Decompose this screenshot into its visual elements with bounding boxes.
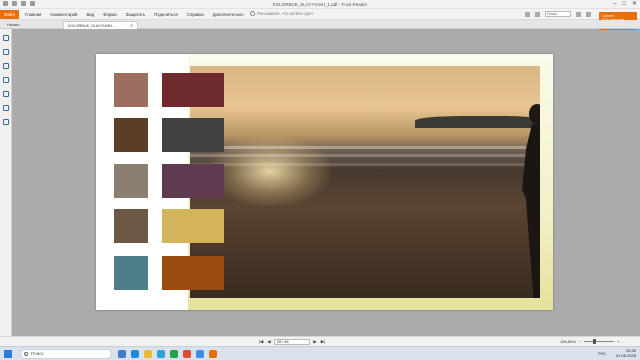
windows-start-icon[interactable] (4, 350, 12, 358)
bookmarks-icon[interactable] (3, 63, 9, 69)
window-title: KOLORBUK_SLAYYIASH_1.pdf - Foxit Reader (272, 2, 368, 7)
attachments-icon[interactable] (3, 91, 9, 97)
minimize-button[interactable]: – (613, 1, 616, 7)
account-icon[interactable] (535, 11, 540, 17)
last-page-button[interactable]: ▶| (320, 339, 326, 345)
file-menu-button[interactable]: Файл (0, 10, 19, 19)
pdf-page (96, 54, 553, 310)
person-silhouette (522, 104, 540, 298)
menu-protect[interactable]: Защитить (126, 12, 146, 17)
wave-line (190, 146, 540, 149)
menu-help[interactable]: Справка (187, 12, 204, 17)
explorer-icon[interactable] (144, 350, 152, 358)
color-swatch (114, 256, 148, 290)
system-tray: РУС 20:30 01.05.2025 (598, 348, 636, 358)
title-bar: KOLORBUK_SLAYYIASH_1.pdf - Foxit Reader … (0, 0, 640, 9)
opera-icon[interactable] (183, 350, 191, 358)
taskbar: Поиск РУС 20:30 01.05.2025 (0, 346, 640, 360)
clock-date: 01.05.2025 (615, 353, 636, 358)
zoom-slider[interactable] (584, 339, 615, 344)
color-swatch (162, 256, 224, 290)
next-page-button[interactable]: ▶ (312, 339, 318, 345)
chrome-icon[interactable] (196, 350, 204, 358)
taskbar-search-placeholder: Поиск (31, 351, 44, 356)
color-swatch (162, 164, 224, 198)
pages-icon[interactable] (3, 49, 9, 55)
navigation-panel (0, 29, 12, 336)
search-input[interactable]: Поиск (545, 11, 571, 17)
first-page-button[interactable]: |◀ (258, 339, 264, 345)
zoom-control: 196,60% − + (560, 339, 619, 344)
page-number-input[interactable]: 28 / 66 (274, 339, 310, 345)
menu-home[interactable]: Главная (25, 12, 41, 17)
status-bar: |◀ ◀ 28 / 66 ▶ ▶| 196,60% − + (0, 336, 640, 346)
wave-line (190, 154, 540, 157)
skin-icon[interactable] (525, 11, 530, 17)
menu-comment[interactable]: Комментарий (50, 12, 77, 17)
tab-start[interactable]: Начать (3, 21, 61, 29)
tab-document[interactable]: KOLORBUK_SLAYYIASH... ✕ (63, 21, 138, 29)
prev-page-button[interactable]: ◀ (266, 339, 272, 345)
tab-start-label: Начать (7, 23, 20, 27)
hand-tool-icon[interactable] (3, 35, 9, 41)
menu-view[interactable]: Вид (86, 12, 94, 17)
beach-photo (190, 66, 540, 298)
close-tab-icon[interactable]: ✕ (130, 22, 133, 30)
settings-icon[interactable] (586, 11, 591, 17)
comments-icon[interactable] (3, 77, 9, 83)
signature-icon[interactable] (3, 119, 9, 125)
zoom-in-button[interactable]: + (617, 339, 619, 344)
zoom-slider-thumb[interactable] (593, 339, 597, 344)
maximize-button[interactable]: □ (622, 1, 626, 7)
menu-extras[interactable]: Дополнительно (213, 12, 244, 17)
telegram-icon[interactable] (157, 350, 165, 358)
color-swatch (114, 209, 148, 243)
zoom-level[interactable]: 196,60% (560, 339, 576, 344)
tell-me-field[interactable]: Расскажите, что хотите сдел (250, 11, 313, 16)
document-tab-bar: Начать KOLORBUK_SLAYYIASH... ✕ (0, 20, 640, 29)
tell-me-text: Расскажите, что хотите сдел (257, 11, 313, 16)
security-icon[interactable] (3, 105, 9, 111)
color-swatch (114, 164, 148, 198)
color-swatch (162, 73, 224, 107)
menu-share[interactable]: Поделиться (154, 12, 178, 17)
close-button[interactable]: ✕ (632, 1, 637, 7)
zoom-out-button[interactable]: − (579, 339, 581, 344)
color-swatch (162, 209, 224, 243)
taskbar-search[interactable]: Поиск (20, 349, 112, 359)
whatsapp-icon[interactable] (170, 350, 178, 358)
color-swatch (114, 118, 148, 152)
ribbon-menu: Файл Главная Комментарий Вид Форма Защит… (0, 9, 640, 20)
task-view-icon[interactable] (118, 350, 126, 358)
lightbulb-icon (250, 11, 255, 16)
language-indicator[interactable]: РУС (598, 351, 606, 356)
search-icon (24, 352, 28, 356)
tab-document-label: KOLORBUK_SLAYYIASH... (68, 24, 116, 28)
color-swatch (114, 73, 148, 107)
search-icon[interactable] (576, 11, 581, 17)
color-swatch (162, 118, 224, 152)
menu-form[interactable]: Форма (103, 12, 116, 17)
edge-icon[interactable] (131, 350, 139, 358)
foxit-icon[interactable] (209, 350, 217, 358)
page-navigation: |◀ ◀ 28 / 66 ▶ ▶| (258, 339, 326, 345)
wave-line (190, 163, 540, 166)
